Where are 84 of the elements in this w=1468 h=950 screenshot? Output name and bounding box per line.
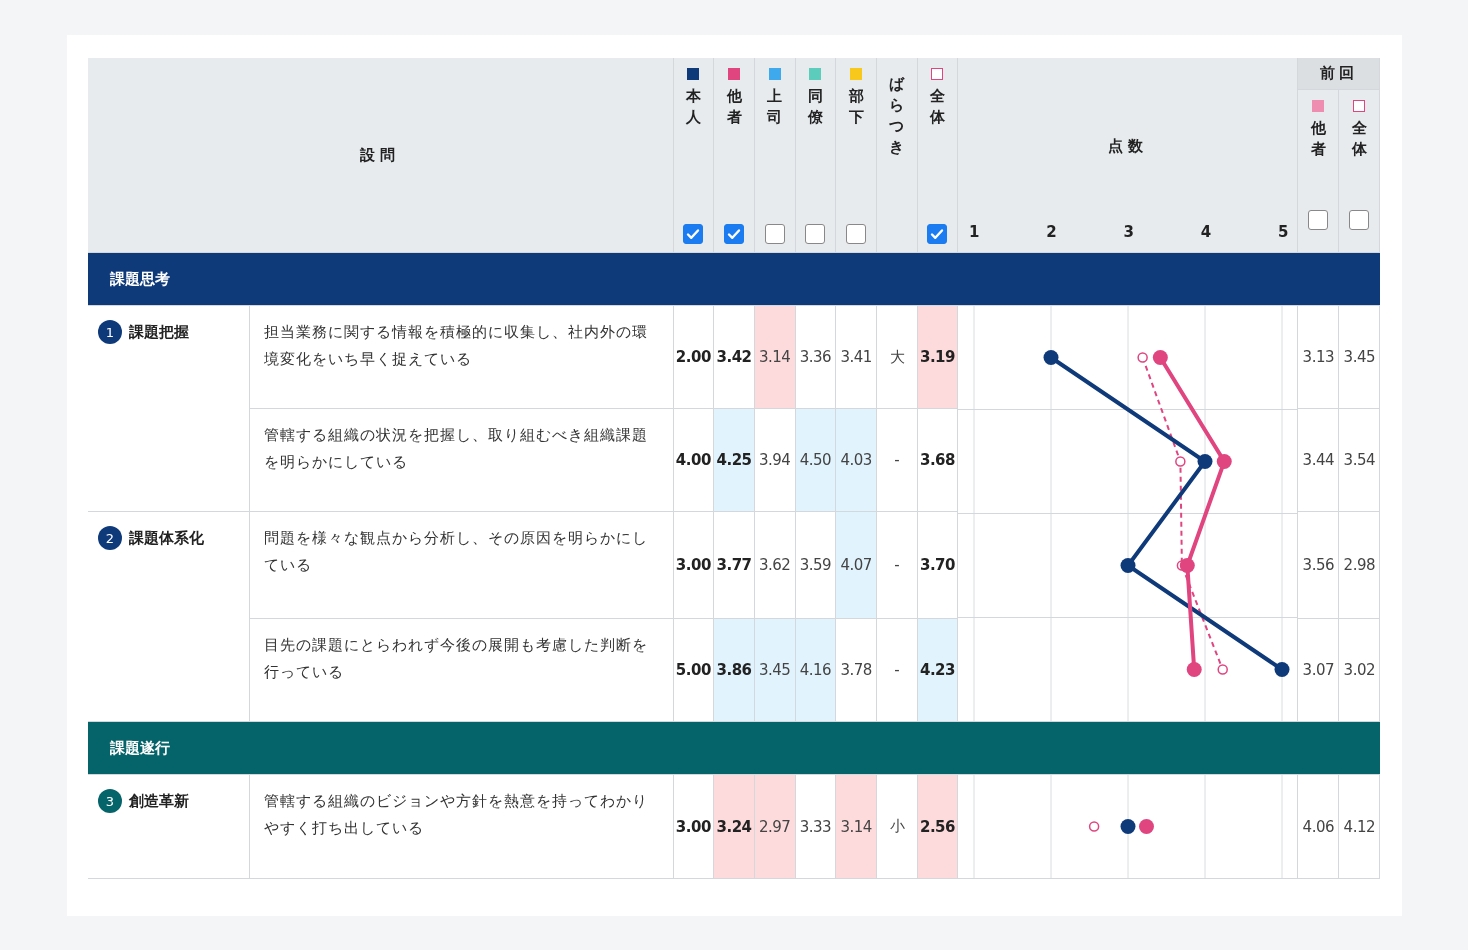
column-header: 点数	[1107, 137, 1148, 155]
table-cell: 3.14	[835, 774, 877, 879]
question-text: 管轄する組織の状況を把握し、取り組むべき組織課題を明らかにしている	[249, 408, 673, 512]
axis-tick-label: 5	[1277, 223, 1290, 241]
table-cell: 4.16	[795, 618, 836, 722]
table-cell: 3.86	[713, 618, 755, 722]
table-cell: 3.59	[795, 511, 836, 619]
table-cell: 3.07	[1297, 618, 1339, 722]
table-cell: 3.00	[673, 774, 714, 879]
axis-tick-label: 2	[1045, 223, 1058, 241]
table-cell: 3.42	[713, 305, 755, 409]
table-cell: -	[876, 618, 918, 722]
column-header: 本人	[685, 86, 701, 128]
table-cell: 3.78	[835, 618, 877, 722]
question-text: 担当業務に関する情報を積極的に収集し、社内外の環境変化をいち早く捉えている	[249, 305, 673, 409]
table-cell: 4.06	[1297, 774, 1339, 879]
axis-tick-label: 3	[1122, 223, 1136, 241]
column-header: 前回	[1319, 64, 1358, 82]
table-cell: 3.62	[754, 511, 796, 619]
table-cell: 3.77	[713, 511, 755, 619]
table-cell: 3.45	[1338, 305, 1380, 409]
table-cell: 2.97	[754, 774, 796, 879]
table-cell: 3.41	[835, 305, 877, 409]
column-header: 設問	[360, 145, 401, 164]
table-cell: 3.02	[1338, 618, 1380, 722]
table-cell: 4.03	[835, 408, 877, 512]
column-header: 部下	[848, 86, 864, 128]
checkbox[interactable]	[1308, 210, 1329, 230]
column-header: 上司	[767, 86, 783, 128]
question-text: 管轄する組織のビジョンや方針を熱意を持ってわかりやすく打ち出している	[249, 774, 673, 879]
check-icon	[727, 228, 742, 240]
section-header: 課題思考	[88, 252, 1380, 306]
table-cell: 4.12	[1338, 774, 1380, 879]
category-name: 課題把握	[129, 322, 189, 342]
checkbox[interactable]	[846, 224, 867, 244]
checkbox[interactable]	[805, 224, 826, 244]
table-cell: 3.13	[1297, 305, 1339, 409]
column-header: 他者	[726, 86, 742, 128]
table-cell: 3.19	[917, 305, 958, 409]
table-cell: -	[876, 408, 918, 512]
question-text: 目先の課題にとらわれず今後の展開も考慮した判断を行っている	[249, 618, 673, 722]
table-cell: 3.44	[1297, 408, 1339, 512]
table-cell: 3.45	[754, 618, 796, 722]
table-cell: 2.98	[1338, 511, 1380, 619]
checkbox[interactable]	[1349, 210, 1370, 230]
column-header: 他者	[1310, 118, 1326, 160]
section-header: 課題遂行	[88, 721, 1380, 775]
number-badge: 2	[98, 526, 122, 550]
table-cell: 3.24	[713, 774, 755, 879]
checkbox[interactable]	[764, 224, 785, 244]
table-cell: 4.25	[713, 408, 755, 512]
number-badge: 1	[98, 320, 122, 344]
table-cell: 3.94	[754, 408, 796, 512]
table-cell: 4.23	[917, 618, 958, 722]
column-header: ばらつき	[889, 74, 905, 158]
column-header: 全体	[1351, 118, 1367, 160]
checkbox[interactable]	[927, 224, 948, 244]
table-cell: 3.00	[673, 511, 714, 619]
table-cell: -	[876, 511, 918, 619]
category-name: 創造革新	[129, 791, 189, 811]
table-cell: 3.14	[754, 305, 796, 409]
number-badge: 3	[98, 789, 122, 813]
table-cell: 2.56	[917, 774, 958, 879]
column-header: 全体	[929, 86, 945, 128]
table-cell: 3.33	[795, 774, 836, 879]
table-cell: 小	[876, 774, 918, 879]
question-text: 問題を様々な観点から分析し、その原因を明らかにしている	[249, 511, 673, 619]
axis-tick-label: 1	[968, 223, 981, 241]
table-cell: 3.56	[1297, 511, 1339, 619]
checkbox[interactable]	[724, 224, 745, 244]
checkbox[interactable]	[683, 224, 704, 244]
category-name: 課題体系化	[129, 528, 204, 548]
table-cell: 5.00	[673, 618, 714, 722]
table-cell: 3.54	[1338, 408, 1380, 512]
table-cell: 4.50	[795, 408, 836, 512]
table-cell: 3.36	[795, 305, 836, 409]
column-header: 同僚	[807, 86, 823, 128]
check-icon	[930, 228, 945, 240]
check-icon	[686, 228, 701, 240]
table-cell: 2.00	[673, 305, 714, 409]
axis-tick-label: 4	[1199, 223, 1213, 241]
table-cell: 大	[876, 305, 918, 409]
table-cell: 4.07	[835, 511, 877, 619]
table-cell: 4.00	[673, 408, 714, 512]
